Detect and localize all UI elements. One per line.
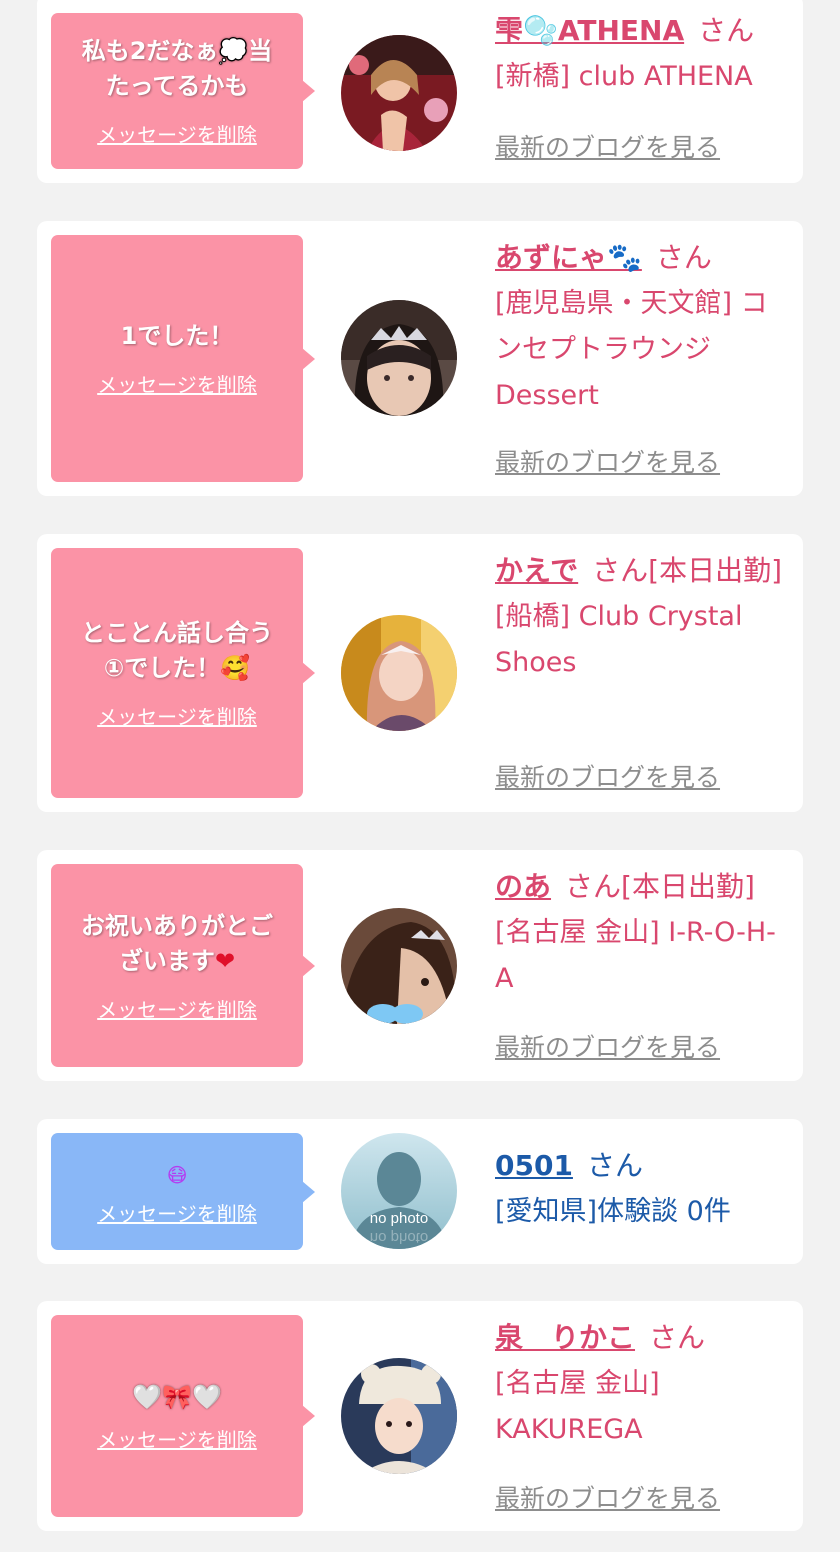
honorific: さん <box>586 1149 643 1182</box>
shop-info: [船橋] Club Crystal Shoes <box>495 601 743 678</box>
message-text: お祝いありがとご ざいます❤ <box>81 911 273 975</box>
user-name-link[interactable]: 0501 <box>495 1149 573 1182</box>
latest-blog-link[interactable]: 最新のブログを見る <box>495 1028 720 1064</box>
cast-name-link[interactable]: 雫🫧ATHENA <box>495 14 684 47</box>
avatar[interactable] <box>341 908 457 1024</box>
latest-blog-link[interactable]: 最新のブログを見る <box>495 758 720 794</box>
cast-name-line: 0501 さん <box>495 1143 785 1189</box>
message-bubble: 私も2だなぁ💭当 たってるかも メッセージを削除 <box>51 13 315 169</box>
delete-message-link[interactable]: メッセージを削除 <box>97 122 257 148</box>
message-card: 😷 メッセージを削除 no photo no photo 0501 さん [愛知… <box>37 1119 803 1264</box>
avatar[interactable]: no photo no photo <box>341 1133 457 1249</box>
cast-name-link[interactable]: のあ <box>495 870 551 903</box>
message-card: 🤍🎀🤍 メッセージを削除 泉 りかこ さん [名古屋 金山] KAKUREGA 最… <box>37 1301 803 1531</box>
latest-blog-link[interactable]: 最新のブログを見る <box>495 1479 720 1515</box>
message-list-page: 私も2だなぁ💭当 たってるかも メッセージを削除 雫🫧ATHENA さん [新橋] … <box>0 0 840 1552</box>
cast-name-line: かえで さん[本日出勤] <box>495 548 785 594</box>
cast-info: 泉 りかこ さん [名古屋 金山] KAKUREGA <box>495 1315 785 1453</box>
delete-message-link[interactable]: メッセージを削除 <box>97 704 257 730</box>
honorific: さん[本日出勤] <box>565 870 755 903</box>
cast-info: 雫🫧ATHENA さん [新橋] club ATHENA <box>495 8 785 100</box>
avatar-photo <box>341 908 457 1024</box>
cast-name-line: のあ さん[本日出勤] <box>495 864 785 910</box>
latest-blog-link[interactable]: 最新のブログを見る <box>495 128 720 164</box>
cast-info: かえで さん[本日出勤] [船橋] Club Crystal Shoes <box>495 548 785 686</box>
delete-message-link[interactable]: メッセージを削除 <box>97 997 257 1023</box>
red-heart-emoji: ❤ <box>214 946 236 975</box>
message-text: 🤍🎀🤍 <box>132 1380 222 1415</box>
delete-message-link[interactable]: メッセージを削除 <box>97 1427 257 1453</box>
cast-name-line: あずにゃ🐾 さん <box>495 235 785 281</box>
avatar-photo <box>341 1358 457 1474</box>
message-bubble: 1でした！ メッセージを削除 <box>51 235 315 482</box>
avatar-photo <box>341 35 457 151</box>
message-card: 1でした！ メッセージを削除 あずにゃ🐾 さん [鹿児島県・天文館] コンセプトラ… <box>37 221 803 496</box>
message-text: 私も2だなぁ💭当 たってるかも <box>81 37 273 100</box>
shop-info: [新橋] club ATHENA <box>495 61 753 92</box>
honorific: さん <box>649 1321 706 1354</box>
latest-blog-link[interactable]: 最新のブログを見る <box>495 443 720 479</box>
shop-info: [鹿児島県・天文館] コンセプトラウンジ Dessert <box>495 288 768 411</box>
message-bubble: 😷 メッセージを削除 <box>51 1133 315 1250</box>
delete-message-link[interactable]: メッセージを削除 <box>97 1201 257 1227</box>
honorific: さん <box>655 241 712 274</box>
cast-name-line: 泉 りかこ さん <box>495 1315 785 1361</box>
mask-face-emoji: 😷 <box>166 1162 188 1187</box>
white-heart-ribbon-emoji: 🤍🎀🤍 <box>132 1382 222 1411</box>
no-photo-placeholder-icon: no photo no photo <box>341 1133 457 1249</box>
cast-name-link[interactable]: かえで <box>495 554 578 587</box>
message-bubble: とことん話し合う ①でした！🥰 メッセージを削除 <box>51 548 315 798</box>
smiling-hearts-emoji: 🥰 <box>220 654 251 682</box>
avatar[interactable] <box>341 615 457 731</box>
cast-name-link[interactable]: あずにゃ🐾 <box>495 241 642 274</box>
cast-info: 0501 さん [愛知県]体験談 0件 <box>495 1143 785 1235</box>
cast-name-line: 雫🫧ATHENA さん <box>495 8 785 54</box>
avatar[interactable] <box>341 1358 457 1474</box>
avatar[interactable] <box>341 35 457 151</box>
message-card: お祝いありがとご ざいます❤ メッセージを削除 のあ さん[本日出勤] [名古屋 金… <box>37 850 803 1081</box>
honorific: さん[本日出勤] <box>592 554 783 587</box>
message-card: 私も2だなぁ💭当 たってるかも メッセージを削除 雫🫧ATHENA さん [新橋] … <box>37 0 803 183</box>
avatar-photo <box>341 300 457 416</box>
shop-info: [名古屋 金山] I-R-O-H-A <box>495 917 776 994</box>
message-bubble: 🤍🎀🤍 メッセージを削除 <box>51 1315 315 1517</box>
message-text: 😷 <box>167 1157 188 1193</box>
cast-name-link[interactable]: 泉 りかこ <box>495 1321 635 1354</box>
avatar[interactable] <box>341 300 457 416</box>
message-bubble: お祝いありがとご ざいます❤ メッセージを削除 <box>51 864 315 1067</box>
no-photo-label: no photo <box>370 1210 428 1227</box>
cast-info: のあ さん[本日出勤] [名古屋 金山] I-R-O-H-A <box>495 864 785 1002</box>
honorific: さん <box>698 14 755 47</box>
message-card: とことん話し合う ①でした！🥰 メッセージを削除 かえで さん[本日出勤] [船橋]… <box>37 534 803 812</box>
avatar-photo <box>341 615 457 731</box>
cast-info: あずにゃ🐾 さん [鹿児島県・天文館] コンセプトラウンジ Dessert <box>495 235 785 419</box>
experience-info: [愛知県]体験談 0件 <box>495 1196 731 1227</box>
message-text: 1でした！ <box>120 322 234 350</box>
no-photo-reflection: no photo <box>370 1229 428 1246</box>
shop-info: [名古屋 金山] KAKUREGA <box>495 1368 660 1445</box>
thought-bubble-emoji: 💭 <box>218 37 249 65</box>
delete-message-link[interactable]: メッセージを削除 <box>97 372 257 398</box>
message-text: とことん話し合う ①でした！🥰 <box>81 619 273 682</box>
